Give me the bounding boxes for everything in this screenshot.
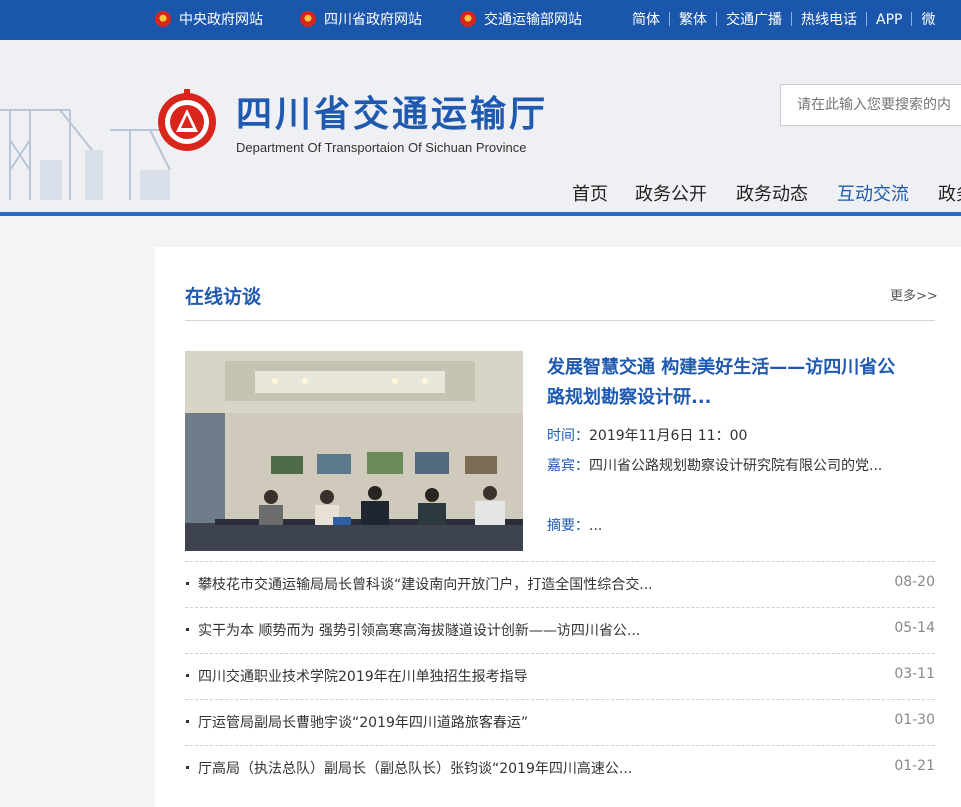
list-item[interactable]: 四川交通职业技术学院2019年在川单独招生报考指导 03-11	[185, 653, 935, 699]
site-title: 四川省交通运输厅	[236, 94, 549, 135]
list-item-date: 03-11	[894, 666, 935, 682]
divider	[669, 12, 670, 26]
hotline-link[interactable]: 热线电话	[801, 0, 857, 40]
header-divider	[0, 212, 961, 216]
search-input[interactable]	[780, 84, 961, 126]
list-item-date: 01-30	[894, 712, 935, 728]
divider	[866, 12, 867, 26]
summary-value: ...	[589, 518, 603, 534]
list-item-title[interactable]: 攀枝花市交通运输局局长曾科谈“建设南向开放门户，打造全国性综合交...	[198, 574, 653, 594]
nav-interaction[interactable]: 互动交流	[837, 180, 909, 206]
time-value: 2019年11月6日 11：00	[589, 428, 748, 444]
list-item-title[interactable]: 实干为本 顺势而为 强势引领高寒高海拔隧道设计创新——访四川省公...	[198, 620, 640, 640]
nav-government-affairs-open[interactable]: 政务公开	[635, 180, 707, 206]
national-emblem-icon	[300, 11, 316, 27]
more-link[interactable]: 更多>>	[890, 285, 938, 304]
interview-list: 攀枝花市交通运输局局长曾科谈“建设南向开放门户，打造全国性综合交... 08-2…	[185, 561, 935, 791]
list-item-date: 05-14	[894, 620, 935, 636]
interview-summary: 摘要：...	[547, 511, 602, 541]
ministry-transport-link[interactable]: 交通运输部网站	[460, 0, 582, 40]
list-item-title[interactable]: 四川交通职业技术学院2019年在川单独招生报考指导	[198, 666, 528, 686]
site-header: 四川省交通运输厅 Department Of Transportaion Of …	[0, 40, 961, 212]
online-interview-panel: 在线访谈 更多>> 发展智慧交通 构建美好生活——访四川省公路规划勘察设计研..…	[155, 247, 961, 807]
nav-home[interactable]: 首页	[572, 180, 608, 206]
list-item-date: 01-21	[894, 758, 935, 774]
sichuan-gov-link[interactable]: 四川省政府网站	[300, 0, 422, 40]
bullet-icon	[186, 582, 189, 585]
bullet-icon	[186, 766, 189, 769]
site-subtitle: Department Of Transportaion Of Sichuan P…	[236, 140, 527, 155]
list-item[interactable]: 实干为本 顺势而为 强势引领高寒高海拔隧道设计创新——访四川省公... 05-1…	[185, 607, 935, 653]
nav-government-service[interactable]: 政务	[938, 180, 961, 206]
list-item[interactable]: 厅高局（执法总队）副局长（副总队长）张钧谈“2019年四川高速公... 01-2…	[185, 745, 935, 791]
central-gov-link[interactable]: 中央政府网站	[155, 0, 263, 40]
divider	[716, 12, 717, 26]
guest-value: 四川省公路规划勘察设计研究院有限公司的党...	[589, 458, 883, 474]
section-title: 在线访谈	[185, 286, 262, 308]
list-item[interactable]: 厅运管局副局长曹驰宇谈“2019年四川道路旅客春运” 01-30	[185, 699, 935, 745]
interview-photo[interactable]	[185, 351, 523, 551]
list-item-title[interactable]: 厅运管局副局长曹驰宇谈“2019年四川道路旅客春运”	[198, 712, 528, 732]
featured-interview-title[interactable]: 发展智慧交通 构建美好生活——访四川省公路规划勘察设计研...	[547, 353, 907, 413]
list-item-title[interactable]: 厅高局（执法总队）副局长（副总队长）张钧谈“2019年四川高速公...	[198, 758, 632, 778]
utility-links: 简体 繁体 交通广播 热线电话 APP 微	[632, 0, 935, 40]
time-label: 时间：	[547, 428, 589, 444]
department-logo-icon	[158, 89, 216, 151]
traditional-chinese-link[interactable]: 繁体	[679, 0, 707, 40]
nav-government-news[interactable]: 政务动态	[736, 180, 808, 206]
bullet-icon	[186, 628, 189, 631]
divider	[791, 12, 792, 26]
divider	[185, 320, 935, 321]
guest-label: 嘉宾：	[547, 458, 589, 474]
interview-time: 时间：2019年11月6日 11：00	[547, 421, 747, 451]
national-emblem-icon	[460, 11, 476, 27]
bullet-icon	[186, 720, 189, 723]
bullet-icon	[186, 674, 189, 677]
summary-label: 摘要：	[547, 518, 589, 534]
divider	[911, 12, 913, 26]
national-emblem-icon	[155, 11, 171, 27]
list-item-date: 08-20	[894, 574, 935, 590]
weibo-link[interactable]: 微	[921, 0, 935, 40]
top-bar: 中央政府网站 四川省政府网站 交通运输部网站 简体 繁体 交通广播 热线电话 APP 微	[0, 0, 961, 40]
list-item[interactable]: 攀枝花市交通运输局局长曾科谈“建设南向开放门户，打造全国性综合交... 08-2…	[185, 561, 935, 607]
interview-guest: 嘉宾：四川省公路规划勘察设计研究院有限公司的党...	[547, 451, 892, 481]
app-link[interactable]: APP	[876, 0, 902, 40]
simplified-chinese-link[interactable]: 简体	[632, 0, 660, 40]
traffic-radio-link[interactable]: 交通广播	[726, 0, 782, 40]
